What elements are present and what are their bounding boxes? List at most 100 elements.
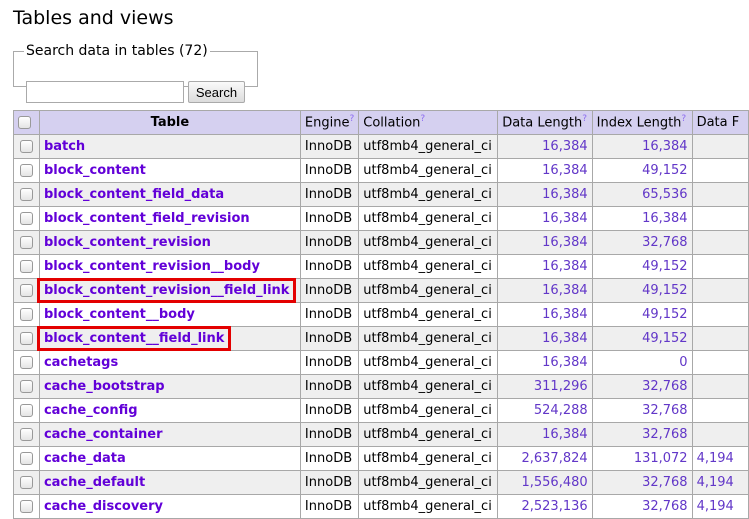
table-name-link[interactable]: block_content_revision__body xyxy=(44,259,260,274)
row-checkbox[interactable] xyxy=(19,140,33,153)
index-length-link[interactable]: 32,768 xyxy=(642,403,688,418)
row-checkbox[interactable] xyxy=(19,260,33,273)
table-name-cell: block_content__field_link xyxy=(38,326,301,351)
engine-cell: InnoDB xyxy=(299,422,360,447)
table-header-row: Table Engine? Collation? Data Length? In… xyxy=(13,110,749,135)
data-length-link[interactable]: 2,637,824 xyxy=(521,451,587,466)
row-checkbox[interactable] xyxy=(19,284,33,297)
select-all-checkbox[interactable] xyxy=(18,116,31,129)
table-name-link[interactable]: block_content xyxy=(44,163,146,178)
help-icon[interactable]: ? xyxy=(582,114,587,124)
table-name-link[interactable]: cache_bootstrap xyxy=(44,379,165,394)
index-length-link[interactable]: 16,384 xyxy=(642,139,688,154)
data-length-link[interactable]: 311,296 xyxy=(534,379,588,394)
index-length-link[interactable]: 0 xyxy=(679,355,687,370)
row-select-cell xyxy=(13,398,40,423)
help-icon[interactable]: ? xyxy=(349,114,354,124)
index-length-link[interactable]: 49,152 xyxy=(642,283,688,298)
index-length-cell: 32,768 xyxy=(591,374,693,399)
data-free-cell xyxy=(691,158,749,183)
column-header-index-length: Index Length? xyxy=(591,110,693,135)
index-length-link[interactable]: 65,536 xyxy=(642,187,688,202)
data-length-link[interactable]: 16,384 xyxy=(542,163,588,178)
table-name-cell: block_content_revision__field_link xyxy=(38,278,301,303)
table-row: block_content__body InnoDB utf8mb4_general… xyxy=(13,302,749,327)
row-checkbox[interactable] xyxy=(19,164,33,177)
row-checkbox[interactable] xyxy=(19,188,33,201)
data-length-link[interactable]: 16,384 xyxy=(542,331,588,346)
help-icon[interactable]: ? xyxy=(420,114,425,124)
data-length-link[interactable]: 16,384 xyxy=(542,139,588,154)
index-length-cell: 16,384 xyxy=(591,206,693,231)
index-length-link[interactable]: 32,768 xyxy=(642,499,688,514)
data-free-cell xyxy=(691,206,749,231)
table-row: block_content__field_link InnoDB utf8mb4_g… xyxy=(13,326,749,351)
collation-cell: utf8mb4_general_ci xyxy=(358,158,499,183)
table-name-cell: cache_config xyxy=(38,398,301,423)
row-checkbox[interactable] xyxy=(19,356,33,369)
data-length-link[interactable]: 16,384 xyxy=(542,283,588,298)
engine-cell: InnoDB xyxy=(299,182,360,207)
index-length-link[interactable]: 32,768 xyxy=(642,379,688,394)
table-row: batch InnoDB utf8mb4_general_ci 16,384 16,38… xyxy=(13,134,749,159)
index-length-cell: 131,072 xyxy=(591,446,693,471)
row-checkbox[interactable] xyxy=(19,380,33,393)
index-length-link[interactable]: 16,384 xyxy=(642,211,688,226)
search-input[interactable] xyxy=(26,81,184,103)
table-name-link[interactable]: block_content__body xyxy=(44,307,195,322)
index-length-link[interactable]: 32,768 xyxy=(642,475,688,490)
row-checkbox[interactable] xyxy=(19,428,33,441)
data-length-cell: 16,384 xyxy=(497,254,593,279)
table-row: block_content_revision__body InnoDB utf8mb… xyxy=(13,254,749,279)
row-checkbox[interactable] xyxy=(19,236,33,249)
index-length-link[interactable]: 49,152 xyxy=(642,163,688,178)
column-header-table: Table xyxy=(38,110,301,135)
row-checkbox[interactable] xyxy=(19,404,33,417)
table-name-link[interactable]: cache_config xyxy=(44,403,138,418)
data-length-cell: 16,384 xyxy=(497,278,593,303)
table-name-link[interactable]: batch xyxy=(44,139,85,154)
index-length-link[interactable]: 49,152 xyxy=(642,259,688,274)
table-name-link[interactable]: block_content_field_data xyxy=(44,187,224,202)
data-length-link[interactable]: 16,384 xyxy=(542,427,588,442)
index-length-link[interactable]: 32,768 xyxy=(642,235,688,250)
data-length-link[interactable]: 16,384 xyxy=(542,355,588,370)
table-name-link[interactable]: block_content_revision xyxy=(44,235,211,250)
collation-cell: utf8mb4_general_ci xyxy=(358,302,499,327)
engine-cell: InnoDB xyxy=(299,470,360,495)
data-length-link[interactable]: 1,556,480 xyxy=(521,475,587,490)
row-checkbox[interactable] xyxy=(19,308,33,321)
help-icon[interactable]: ? xyxy=(681,114,686,124)
table-name-link[interactable]: cache_discovery xyxy=(44,499,163,514)
index-length-cell: 49,152 xyxy=(591,158,693,183)
row-checkbox[interactable] xyxy=(19,476,33,489)
data-length-link[interactable]: 16,384 xyxy=(542,259,588,274)
table-name-link[interactable]: cache_default xyxy=(44,475,145,490)
table-name-link[interactable]: block_content_revision__field_link xyxy=(44,283,290,298)
data-length-link[interactable]: 16,384 xyxy=(542,211,588,226)
index-length-link[interactable]: 49,152 xyxy=(642,307,688,322)
row-checkbox[interactable] xyxy=(19,332,33,345)
index-length-link[interactable]: 32,768 xyxy=(642,427,688,442)
table-name-link[interactable]: block_content__field_link xyxy=(44,331,224,346)
table-name-link[interactable]: cache_data xyxy=(44,451,126,466)
engine-cell: InnoDB xyxy=(299,350,360,375)
table-name-link[interactable]: block_content_field_revision xyxy=(44,211,250,226)
index-length-link[interactable]: 131,072 xyxy=(634,451,688,466)
row-checkbox[interactable] xyxy=(19,500,33,513)
row-select-cell xyxy=(13,494,40,519)
search-button[interactable]: Search xyxy=(188,81,245,103)
data-length-link[interactable]: 2,523,136 xyxy=(521,499,587,514)
data-length-link[interactable]: 16,384 xyxy=(542,235,588,250)
index-length-link[interactable]: 49,152 xyxy=(642,331,688,346)
table-row: cache_default InnoDB utf8mb4_general_ci 1,5… xyxy=(13,470,749,495)
engine-cell: InnoDB xyxy=(299,326,360,351)
row-checkbox[interactable] xyxy=(19,452,33,465)
data-length-link[interactable]: 524,288 xyxy=(534,403,588,418)
table-name-link[interactable]: cache_container xyxy=(44,427,163,442)
search-fieldset: Search data in tables (72) Search xyxy=(13,43,258,103)
table-name-link[interactable]: cachetags xyxy=(44,355,118,370)
data-length-link[interactable]: 16,384 xyxy=(542,187,588,202)
row-checkbox[interactable] xyxy=(19,212,33,225)
data-length-link[interactable]: 16,384 xyxy=(542,307,588,322)
